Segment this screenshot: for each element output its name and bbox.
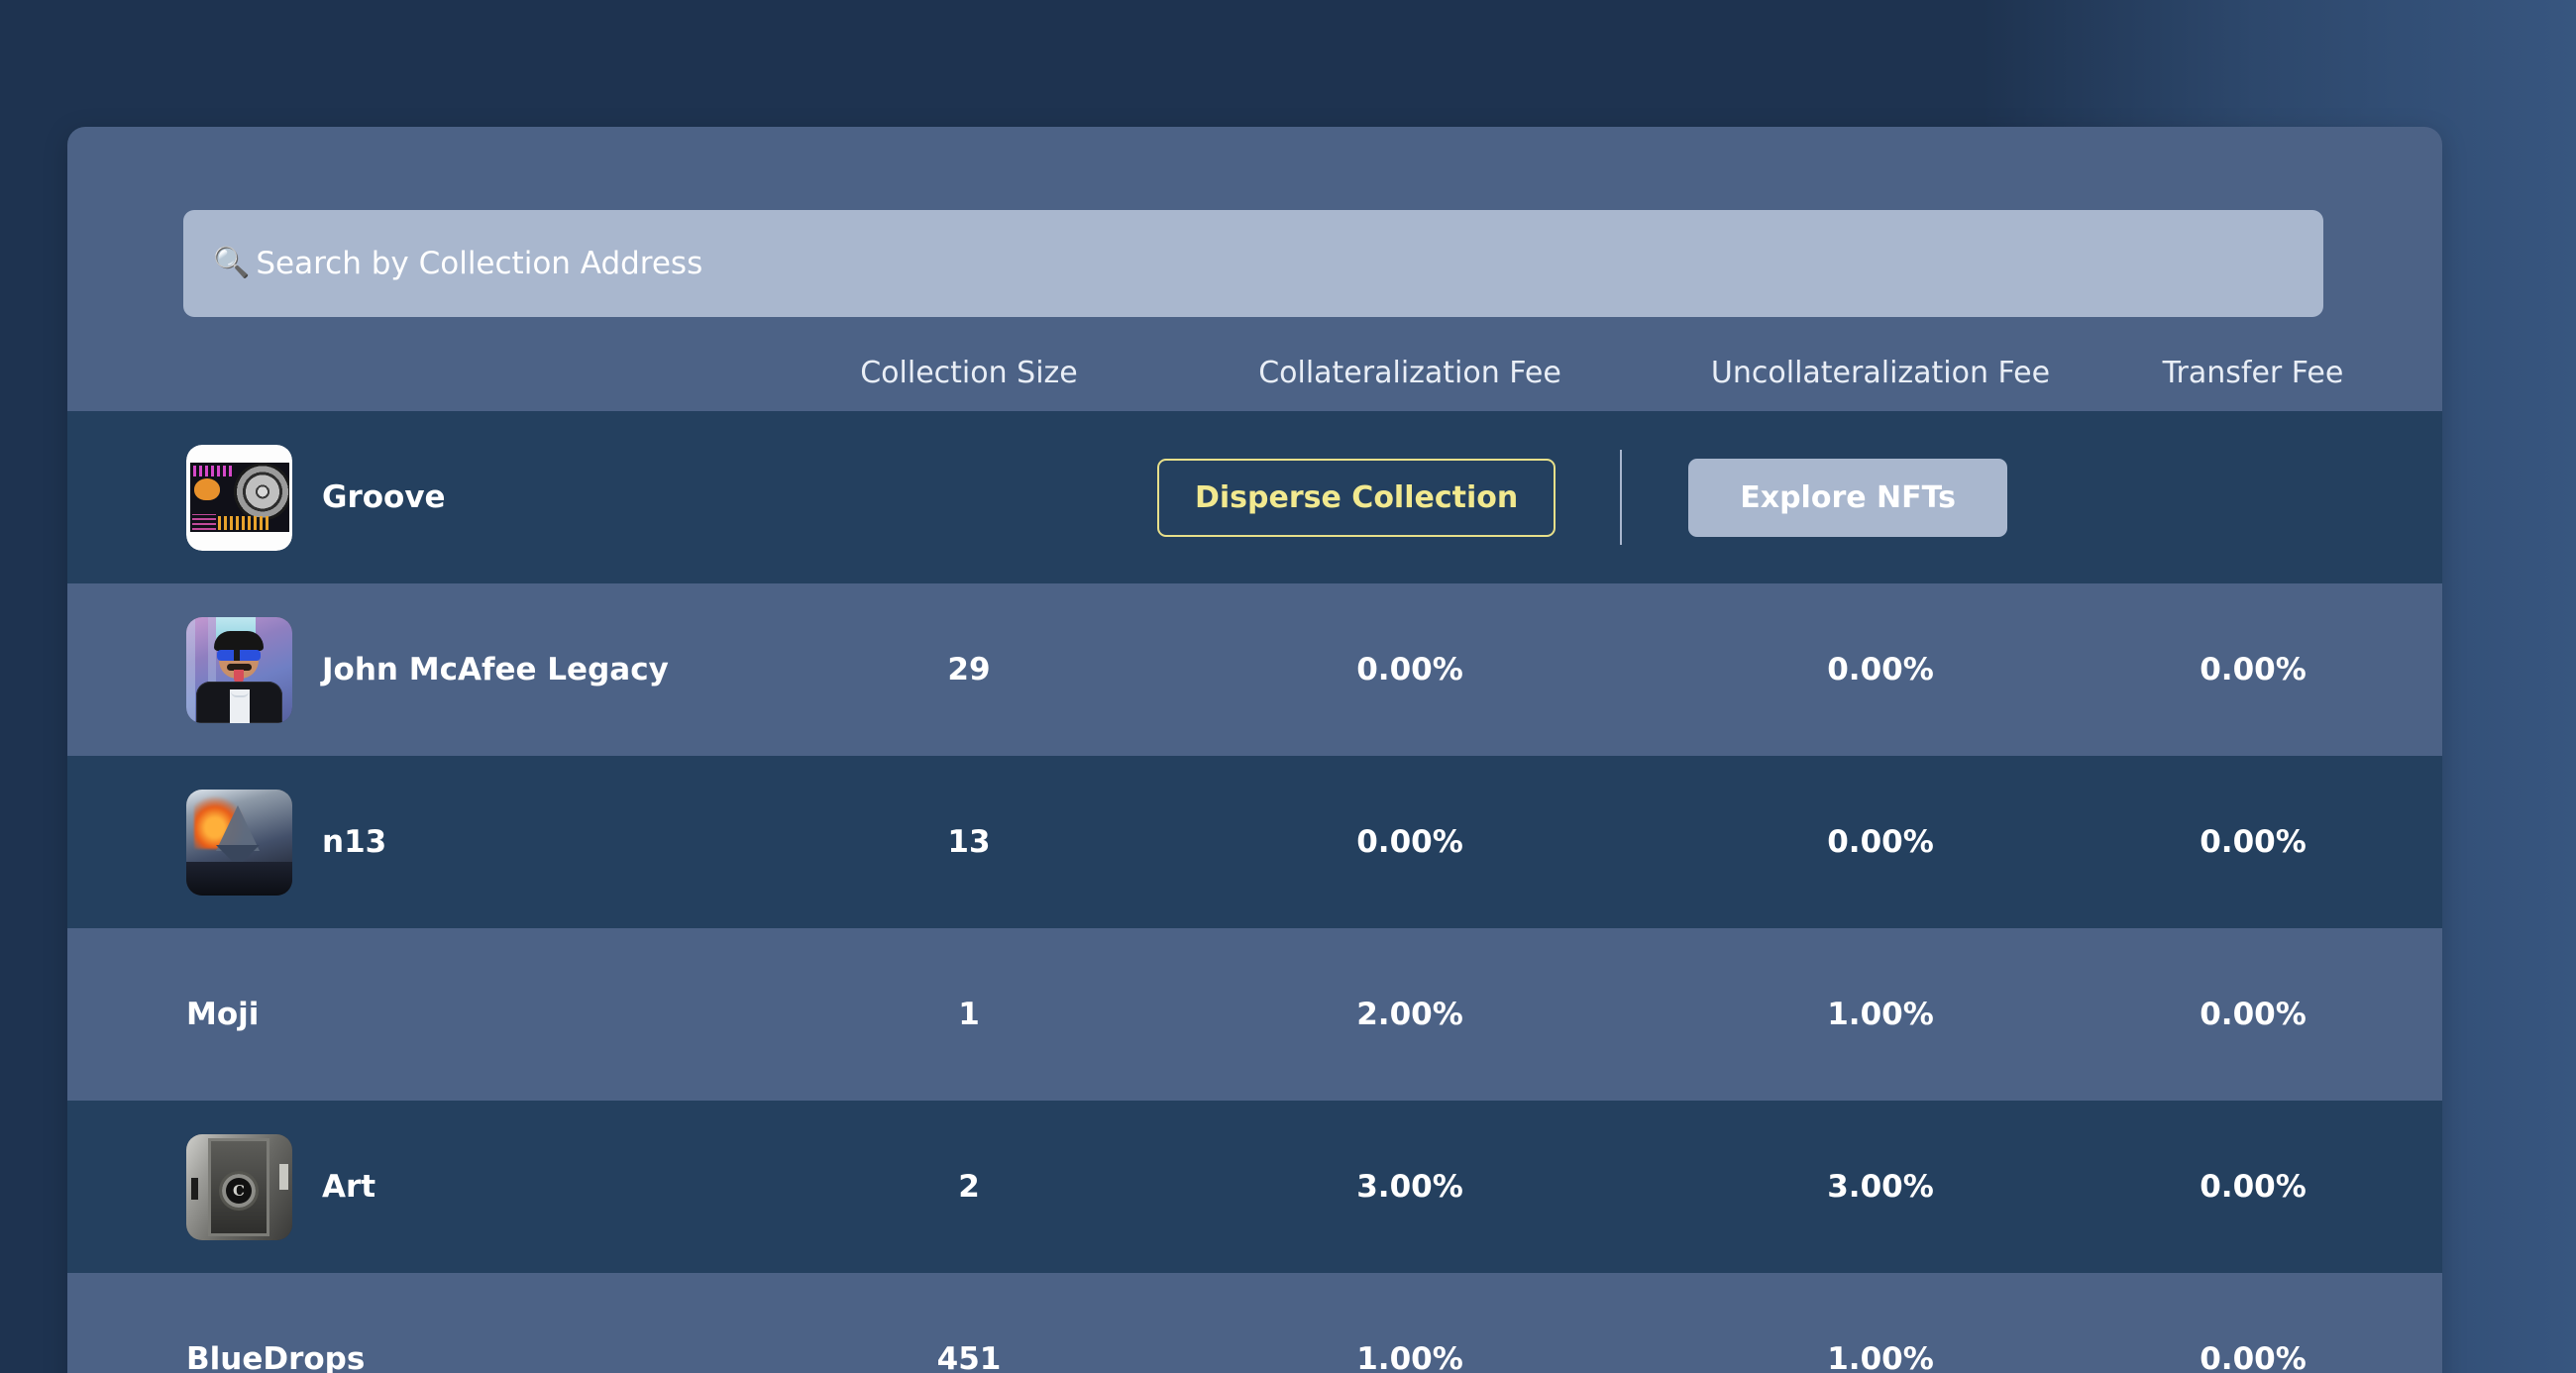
column-header-transfer-fee: Transfer Fee: [2162, 356, 2344, 390]
row-actions: Disperse Collection Explore NFTs: [761, 450, 2442, 545]
search-icon: 🔍: [213, 246, 251, 280]
search-area: 🔍: [67, 127, 2442, 317]
search-input[interactable]: [256, 246, 2294, 281]
groove-turntable-avatar: [186, 444, 292, 551]
collection-name-label: Art: [322, 1169, 376, 1205]
collection-name-cell: Groove: [67, 444, 761, 551]
john-mcafee-avatar: [186, 616, 292, 723]
uncollateralization-fee-value: 0.00%: [1827, 652, 1934, 687]
collection-name-cell: John McAfee Legacy: [67, 616, 761, 723]
n13-diamond-avatar: [186, 789, 292, 896]
collection-name-label: Groove: [322, 479, 446, 515]
search-box[interactable]: 🔍: [183, 210, 2323, 317]
collateralization-fee-value: 3.00%: [1356, 1169, 1463, 1205]
collection-name-label: John McAfee Legacy: [322, 652, 669, 687]
transfer-fee-value: 0.00%: [2200, 1169, 2307, 1205]
transfer-fee-value: 0.00%: [2200, 997, 2307, 1032]
collection-name-label: n13: [322, 824, 387, 860]
transfer-fee-value: 0.00%: [2200, 824, 2307, 860]
collection-name-label: BlueDrops: [186, 1341, 366, 1373]
column-header-collection-size: Collection Size: [860, 356, 1078, 390]
transfer-fee-value: 0.00%: [2200, 652, 2307, 687]
table-row[interactable]: n13 13 0.00% 0.00% 0.00%: [67, 756, 2442, 928]
collection-name-label: Moji: [186, 997, 260, 1032]
collateralization-fee-value: 0.00%: [1356, 652, 1463, 687]
collection-size-value: 2: [958, 1169, 980, 1205]
collateralization-fee-value: 0.00%: [1356, 824, 1463, 860]
table-row[interactable]: Groove Disperse Collection Explore NFTs: [67, 411, 2442, 583]
art-door-avatar: [186, 1133, 292, 1240]
collection-name-cell: BlueDrops: [67, 1307, 761, 1373]
table-row[interactable]: Moji 1 2.00% 1.00% 0.00%: [67, 928, 2442, 1101]
uncollateralization-fee-value: 0.00%: [1827, 824, 1934, 860]
collection-name-cell: Art: [67, 1133, 761, 1240]
collection-size-value: 29: [947, 652, 991, 687]
table-row[interactable]: Art 2 3.00% 3.00% 0.00%: [67, 1101, 2442, 1273]
column-header-uncollateralization-fee: Uncollateralization Fee: [1710, 356, 2051, 390]
table-column-headers: Collection Size Collateralization Fee Un…: [67, 317, 2442, 411]
table-row[interactable]: BlueDrops 451 1.00% 1.00% 0.00%: [67, 1273, 2442, 1373]
uncollateralization-fee-value: 1.00%: [1827, 997, 1934, 1032]
explore-nfts-button[interactable]: Explore NFTs: [1688, 458, 2007, 537]
collections-panel: 🔍 Collection Size Collateralization Fee …: [67, 127, 2442, 1373]
collection-name-cell: Moji: [67, 962, 761, 1068]
collateralization-fee-value: 2.00%: [1356, 997, 1463, 1032]
column-header-collateralization-fee: Collateralization Fee: [1258, 356, 1561, 390]
action-divider: [1620, 450, 1623, 545]
transfer-fee-value: 0.00%: [2200, 1341, 2307, 1373]
collection-size-value: 451: [936, 1341, 1002, 1373]
collection-name-cell: n13: [67, 789, 761, 896]
collateralization-fee-value: 1.00%: [1356, 1341, 1463, 1373]
collection-size-value: 1: [958, 997, 980, 1032]
table-row[interactable]: John McAfee Legacy 29 0.00% 0.00% 0.00%: [67, 583, 2442, 756]
uncollateralization-fee-value: 1.00%: [1827, 1341, 1934, 1373]
collection-size-value: 13: [947, 824, 991, 860]
disperse-collection-button[interactable]: Disperse Collection: [1157, 458, 1556, 537]
uncollateralization-fee-value: 3.00%: [1827, 1169, 1934, 1205]
